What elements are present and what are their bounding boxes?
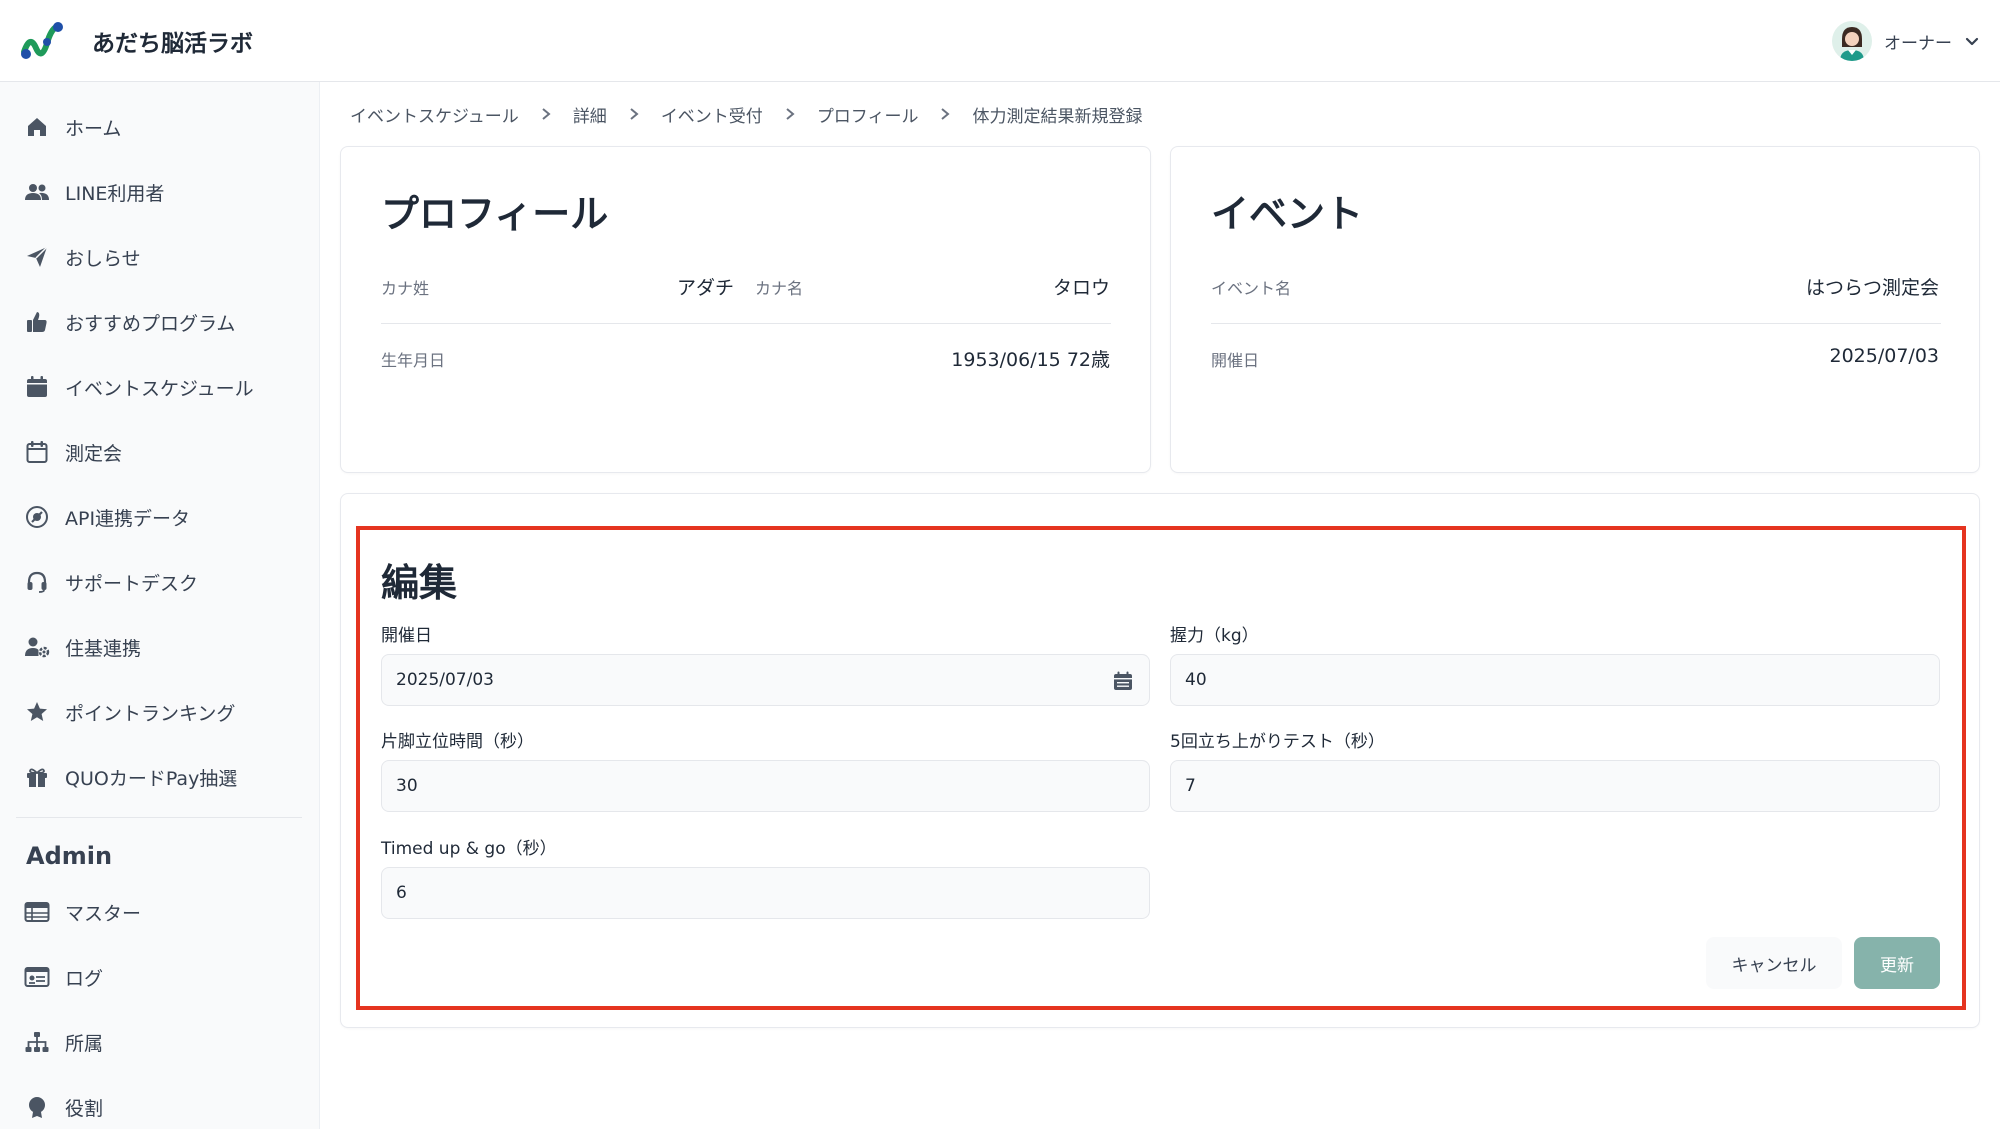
event-name-value: はつらつ測定会 [1805, 277, 1939, 299]
chevron-right-icon [542, 108, 551, 120]
form-title: 編集 [381, 561, 458, 605]
grip-label: 握力（kg） [1170, 626, 1259, 646]
app-logo-icon[interactable] [18, 18, 64, 64]
sidebar-item-role[interactable]: 役割 [0, 1082, 320, 1129]
event-divider [1211, 323, 1941, 324]
sidebar-item-measurement[interactable]: 測定会 [0, 427, 320, 477]
sidebar-item-label: おすすめプログラム [65, 312, 236, 335]
sidebar-divider [16, 817, 302, 818]
one-leg-input[interactable] [381, 760, 1150, 812]
star-icon [24, 699, 50, 725]
users-icon [24, 179, 50, 205]
sidebar-item-label: ログ [65, 967, 104, 990]
sidebar-item-line-users[interactable]: LINE利用者 [0, 167, 320, 217]
paper-plane-icon [24, 244, 50, 270]
sit-stand-label: 5回立ち上がりテスト（秒） [1170, 732, 1385, 752]
sidebar-item-event-schedule[interactable]: イベントスケジュール [0, 362, 320, 412]
calendar-icon[interactable] [1112, 670, 1134, 692]
breadcrumb-item[interactable]: イベントスケジュール [350, 102, 519, 127]
user-avatar-icon [1832, 21, 1872, 61]
badge-icon [24, 1094, 50, 1120]
sidebar-item-label: 役割 [65, 1097, 104, 1120]
tug-input[interactable] [381, 867, 1150, 919]
sidebar-item-juki-link[interactable]: 住基連携 [0, 622, 320, 672]
sidebar-item-label: 測定会 [65, 442, 123, 465]
user-menu[interactable]: オーナー [1832, 20, 1980, 62]
birth-value: 1953/06/15 72歳 [951, 349, 1110, 371]
sidebar-item-label: LINE利用者 [65, 182, 165, 205]
event-date-value: 2025/07/03 [1829, 345, 1939, 367]
api-icon [24, 504, 50, 530]
sidebar-item-quo-card[interactable]: QUOカードPay抽選 [0, 752, 320, 802]
kana-last-value: アダチ [676, 277, 734, 299]
gift-icon [24, 764, 50, 790]
sidebar-item-label: イベントスケジュール [65, 377, 254, 400]
thumbs-up-icon [24, 309, 50, 335]
headset-icon [24, 569, 50, 595]
one-leg-label: 片脚立位時間（秒） [381, 732, 534, 752]
profile-divider [381, 323, 1111, 324]
event-date-label: 開催日 [1211, 351, 1260, 370]
chevron-right-icon [630, 108, 639, 120]
kana-last-label: カナ姓 [381, 279, 430, 298]
sidebar: ホーム LINE利用者 おしらせ おすすめプログラム イベントスケジュール 測定… [0, 82, 320, 1129]
sidebar-item-label: マスター [65, 902, 142, 925]
breadcrumb: イベントスケジュール 詳細 イベント受付 プロフィール 体力測定結果新規登録 [350, 102, 1143, 127]
chevron-down-icon[interactable] [1964, 33, 1980, 49]
update-button[interactable]: 更新 [1854, 937, 1940, 989]
date-label: 開催日 [381, 626, 432, 646]
table-icon [24, 899, 50, 925]
sidebar-item-api-data[interactable]: API連携データ [0, 492, 320, 542]
chevron-right-icon [786, 108, 795, 120]
event-card: イベント イベント名 はつらつ測定会 開催日 2025/07/03 [1170, 146, 1980, 473]
breadcrumb-item[interactable]: プロフィール [817, 102, 919, 127]
org-chart-icon [24, 1029, 50, 1055]
sidebar-item-programs[interactable]: おすすめプログラム [0, 297, 320, 347]
sit-stand-input[interactable] [1170, 760, 1940, 812]
breadcrumb-item[interactable]: 詳細 [573, 102, 607, 127]
sidebar-item-point-ranking[interactable]: ポイントランキング [0, 687, 320, 737]
sidebar-item-home[interactable]: ホーム [0, 102, 320, 152]
sidebar-item-label: 住基連携 [65, 637, 142, 660]
top-header: あだち脳活ラボ オーナー [0, 0, 2000, 82]
sidebar-item-news[interactable]: おしらせ [0, 232, 320, 282]
profile-card: プロフィール カナ姓 アダチ カナ名 タロウ 生年月日 1953/06/15 7… [340, 146, 1151, 473]
event-name-label: イベント名 [1211, 279, 1292, 298]
sidebar-item-label: API連携データ [65, 507, 191, 530]
calendar-outline-icon [24, 439, 50, 465]
sidebar-item-log[interactable]: ログ [0, 952, 320, 1002]
sidebar-item-master[interactable]: マスター [0, 887, 320, 937]
cancel-button[interactable]: キャンセル [1706, 937, 1842, 989]
sidebar-item-label: ポイントランキング [65, 702, 236, 725]
tug-label: Timed up & go（秒） [381, 839, 557, 859]
breadcrumb-item[interactable]: イベント受付 [661, 102, 763, 127]
sidebar-item-support-desk[interactable]: サポートデスク [0, 557, 320, 607]
grip-input[interactable] [1170, 654, 1940, 706]
kana-first-value: タロウ [1052, 277, 1110, 299]
user-gear-icon [24, 634, 50, 660]
profile-title: プロフィール [381, 192, 609, 236]
event-title: イベント [1211, 192, 1364, 236]
sidebar-item-label: サポートデスク [65, 572, 199, 595]
admin-heading: Admin [26, 842, 113, 870]
sidebar-item-label: QUOカードPay抽選 [65, 767, 238, 790]
sidebar-item-label: 所属 [65, 1032, 104, 1055]
chevron-right-icon [941, 108, 951, 120]
log-icon [24, 964, 50, 990]
breadcrumb-current: 体力測定結果新規登録 [972, 106, 1143, 127]
birth-label: 生年月日 [381, 351, 446, 370]
app-title: あだち脳活ラボ [92, 31, 253, 57]
sidebar-item-affiliation[interactable]: 所属 [0, 1017, 320, 1067]
user-name[interactable]: オーナー [1884, 29, 1952, 54]
calendar-icon [24, 374, 50, 400]
avatar[interactable] [1832, 21, 1872, 61]
date-input[interactable] [381, 654, 1150, 706]
sidebar-item-label: おしらせ [65, 247, 141, 270]
home-icon [24, 114, 50, 140]
sidebar-item-label: ホーム [65, 117, 122, 140]
kana-first-label: カナ名 [755, 279, 804, 298]
